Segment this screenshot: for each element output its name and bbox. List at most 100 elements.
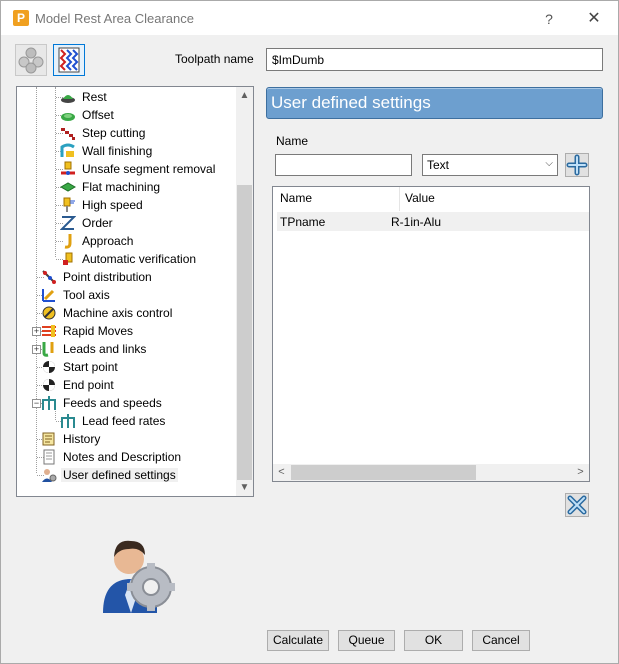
feeds-speeds-expander[interactable]: −: [32, 399, 41, 408]
help-button[interactable]: ?: [539, 9, 559, 29]
tree-item-user-defined-settings[interactable]: User defined settings: [41, 466, 178, 484]
tree-item-label: Approach: [82, 234, 134, 248]
tree-item-label: Order: [82, 216, 113, 230]
table-scrollbar[interactable]: < >: [273, 464, 589, 481]
tree-item-feeds-and-speeds[interactable]: Feeds and speeds: [41, 394, 164, 412]
tree-item-rest[interactable]: Rest: [60, 88, 109, 106]
step-cutting-icon: [61, 128, 75, 140]
tree-item-label: Wall finishing: [82, 144, 153, 158]
tree-item-label: Tool axis: [63, 288, 110, 302]
tree-item-leads-and-links[interactable]: Leads and links: [41, 340, 148, 358]
tree-item-high-speed[interactable]: High speed: [60, 196, 145, 214]
tree-item-label: Machine axis control: [63, 306, 173, 320]
tree-item-flat-machining[interactable]: Flat machining: [60, 178, 162, 196]
toolpath-preview-button[interactable]: [15, 44, 47, 76]
rest-icon: [61, 95, 75, 103]
tree-item-label: Feeds and speeds: [63, 396, 162, 410]
tree-item-order[interactable]: Order: [60, 214, 115, 232]
scroll-down-arrow[interactable]: ▼: [236, 479, 253, 496]
user-settings-icon: [42, 469, 57, 482]
tree-item-start-point[interactable]: Start point: [41, 358, 120, 376]
add-setting-button[interactable]: [565, 153, 589, 177]
scroll-up-arrow[interactable]: ▲: [236, 87, 253, 104]
order-icon: [60, 216, 76, 230]
tree-item-label: High speed: [82, 198, 143, 212]
user-settings-large-icon: [103, 540, 175, 613]
start-point-icon: [43, 361, 55, 373]
tree-item-automatic-verification[interactable]: Automatic verification: [60, 250, 198, 268]
tree-item-rapid-moves[interactable]: Rapid Moves: [41, 322, 135, 340]
tree-item-label: Lead feed rates: [82, 414, 166, 428]
delete-x-icon: [567, 495, 587, 515]
tree-item-wall-finishing[interactable]: Wall finishing: [60, 142, 154, 160]
tree-item-label: Automatic verification: [82, 252, 197, 266]
toolpath-pattern-icon: [58, 47, 80, 73]
column-header-value[interactable]: Value: [405, 191, 435, 205]
history-icon: [42, 432, 55, 446]
tree-item-lead-feed-rates[interactable]: Lead feed rates: [60, 412, 167, 430]
tree-item-unsafe-segment[interactable]: Unsafe segment removal: [60, 160, 217, 178]
plus-icon: [566, 154, 588, 176]
leads-links-icon: [42, 342, 54, 357]
rapid-moves-expander[interactable]: +: [32, 327, 41, 336]
tree-scrollbar[interactable]: ▲ ▼: [236, 87, 253, 496]
name-label: Name: [276, 134, 309, 148]
tree-scroll-thumb[interactable]: [237, 185, 252, 480]
scroll-right-arrow[interactable]: >: [572, 464, 589, 481]
tree-item-label: Rapid Moves: [63, 324, 134, 338]
leads-links-expander[interactable]: +: [32, 345, 41, 354]
toolpath-name-label: Toolpath name: [175, 52, 254, 66]
column-divider[interactable]: [399, 187, 400, 211]
tree-item-point-distribution[interactable]: Point distribution: [41, 268, 154, 286]
unsafe-segment-icon: [61, 161, 75, 175]
row-name-cell: TPname: [280, 215, 326, 229]
panel-title: User defined settings: [266, 87, 603, 119]
notes-icon: [43, 449, 55, 465]
tree-item-tool-axis[interactable]: Tool axis: [41, 286, 112, 304]
title-bar: P Model Rest Area Clearance ? ✕: [1, 1, 618, 35]
flat-machining-icon: [60, 182, 76, 192]
column-header-name[interactable]: Name: [280, 191, 312, 205]
close-button[interactable]: ✕: [583, 9, 605, 29]
toolpath-name-input[interactable]: [266, 48, 603, 71]
delete-setting-button[interactable]: [565, 493, 589, 517]
queue-button[interactable]: Queue: [338, 630, 395, 651]
model-cluster-icon: [18, 47, 44, 74]
tree-item-label: Leads and links: [63, 342, 147, 356]
offset-icon: [61, 113, 75, 121]
tree-item-history[interactable]: History: [41, 430, 102, 448]
ok-button[interactable]: OK: [404, 630, 463, 651]
table-scroll-thumb[interactable]: [291, 465, 476, 480]
tree-item-label: Flat machining: [82, 180, 161, 194]
tree-item-machine-axis-control[interactable]: Machine axis control: [41, 304, 174, 322]
toolpath-pattern-button[interactable]: [53, 44, 85, 76]
end-point-icon: [43, 379, 55, 391]
feeds-speeds-icon: [42, 396, 56, 410]
tree-item-end-point[interactable]: End point: [41, 376, 116, 394]
cancel-button[interactable]: Cancel: [472, 630, 530, 651]
wall-finishing-icon: [60, 143, 75, 157]
tree-item-label: Step cutting: [82, 126, 146, 140]
verification-icon: [63, 252, 73, 265]
settings-table: Name Value TPname R-1in-Alu < >: [272, 186, 590, 482]
scroll-left-arrow[interactable]: <: [273, 464, 290, 481]
tree-item-label: Unsafe segment removal: [82, 162, 216, 176]
table-row[interactable]: TPname R-1in-Alu: [277, 212, 589, 231]
settings-tree: Rest Offset Step cutting Wall finishing …: [16, 86, 254, 497]
tree-item-label: Notes and Description: [63, 450, 182, 464]
tree-item-approach[interactable]: Approach: [60, 232, 135, 250]
calculate-button[interactable]: Calculate: [267, 630, 329, 651]
app-logo-icon: P: [13, 10, 29, 26]
tree-item-label: End point: [63, 378, 114, 392]
tree-item-label: Offset: [82, 108, 114, 122]
type-select[interactable]: Text ⌵: [422, 154, 558, 176]
tree-item-label: Point distribution: [63, 270, 152, 284]
tool-axis-icon: [42, 289, 55, 302]
tree-item-offset[interactable]: Offset: [60, 106, 116, 124]
rapid-moves-icon: [42, 325, 56, 337]
tree-item-label: User defined settings: [61, 468, 178, 482]
tree-item-notes-description[interactable]: Notes and Description: [41, 448, 183, 466]
window-title: Model Rest Area Clearance: [35, 11, 194, 26]
name-input[interactable]: [275, 154, 412, 176]
tree-item-step-cutting[interactable]: Step cutting: [60, 124, 147, 142]
